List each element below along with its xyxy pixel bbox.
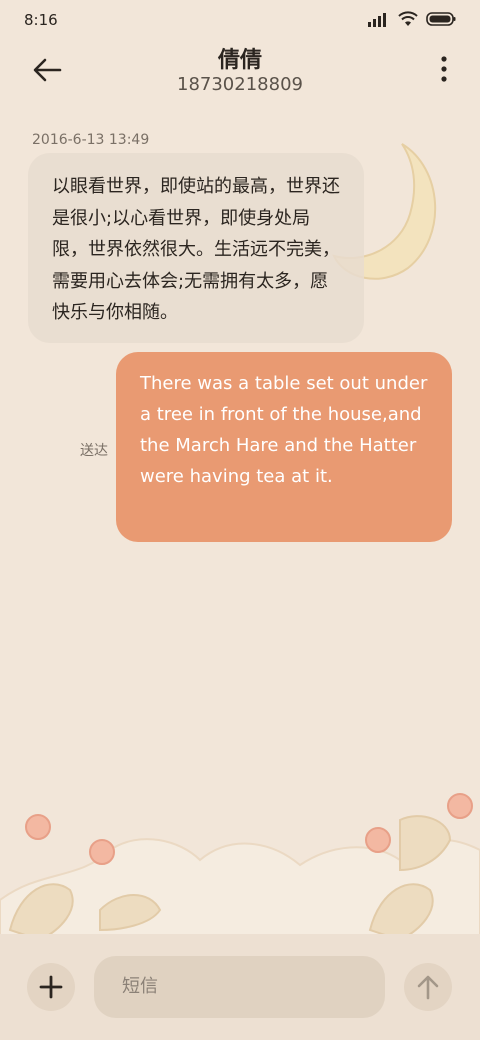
incoming-message-bubble[interactable]: 以眼看世界，即使站的最高，世界还是很小;以心看世界，即使身处局限，世界依然很大。… (28, 153, 364, 343)
signal-icon (368, 13, 386, 27)
outgoing-message-bubble[interactable]: There was a table set out under a tree i… (116, 352, 452, 542)
composer-bar: 短信 (0, 934, 480, 1040)
contact-name: 倩倩 (217, 48, 262, 73)
wifi-icon (398, 11, 418, 26)
status-time: 8:16 (24, 11, 58, 29)
add-attachment-button[interactable] (27, 963, 75, 1011)
send-button[interactable] (404, 963, 452, 1011)
battery-icon (426, 12, 456, 26)
more-vert-icon (441, 56, 447, 82)
delivery-status: 送达 (80, 443, 108, 459)
more-options-button[interactable] (436, 54, 452, 84)
conversation-header: 倩倩 18730218809 (0, 40, 480, 110)
message-timestamp: 2016-6-13 13:49 (32, 132, 150, 148)
contact-number: 18730218809 (177, 74, 303, 95)
floral-background-illustration (0, 793, 480, 940)
message-input[interactable]: 短信 (94, 956, 385, 1018)
plus-icon (39, 975, 63, 999)
send-arrow-icon (417, 975, 439, 1000)
status-icons (368, 11, 456, 27)
status-bar: 8:16 (0, 0, 480, 40)
